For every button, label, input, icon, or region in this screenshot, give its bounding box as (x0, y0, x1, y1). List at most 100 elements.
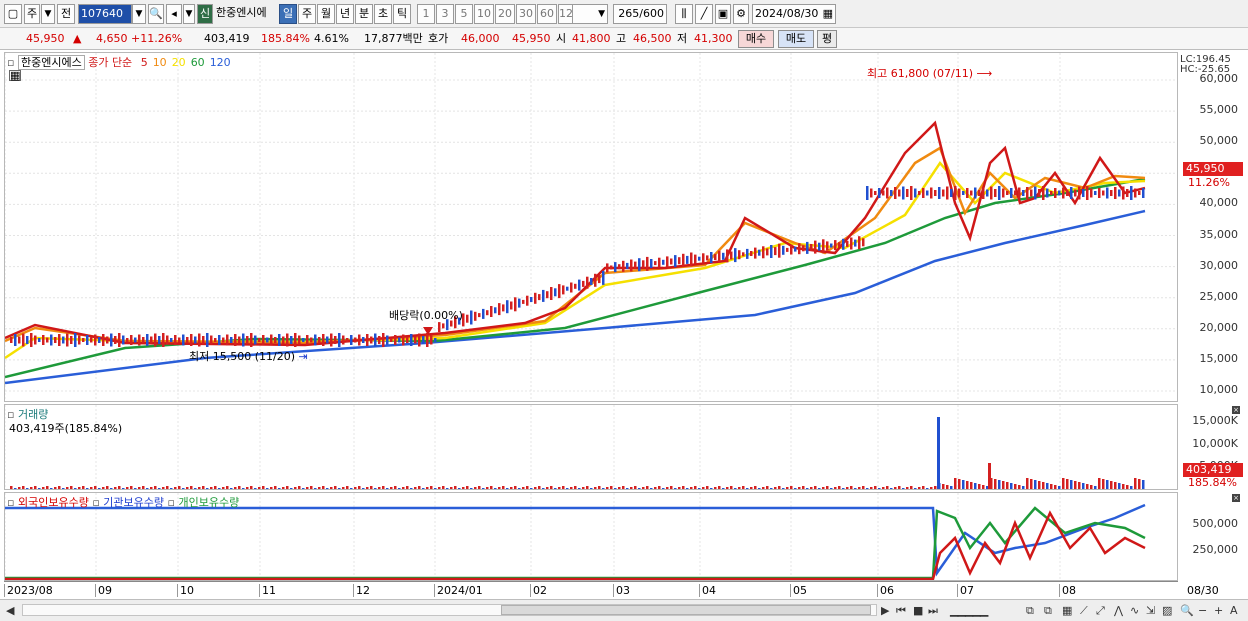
candle (1018, 187, 1021, 199)
volume-bar (158, 488, 161, 489)
window-icon[interactable]: ▢ (4, 4, 22, 24)
wave-icon[interactable]: ∿ (1130, 604, 1139, 617)
interval-button-10[interactable]: 10 (474, 4, 494, 24)
zoom-icon[interactable]: 🔍 (1180, 604, 1194, 617)
zoom-slider-icon[interactable]: ▁▁▁▁▁ (950, 604, 988, 617)
draw-line-icon[interactable]: ⟋ (1080, 604, 1088, 618)
interval-button-30[interactable]: 30 (516, 4, 536, 24)
table-icon[interactable]: ▦ (1062, 604, 1072, 617)
font-size-icon[interactable]: A (1230, 604, 1238, 617)
price-tick-1: 55,000 (1199, 103, 1239, 117)
candle (914, 188, 917, 198)
interval-button-60[interactable]: 60 (537, 4, 557, 24)
volume-bar (546, 487, 549, 489)
price-chart-panel[interactable]: ▫ 한중엔시에스 종가 단순 5 10 20 60 120 ▦ 최고 61,800 (0… (4, 52, 1178, 402)
volume-bar (1042, 482, 1045, 489)
stock-code-input[interactable]: 107640 (78, 4, 132, 24)
candle (362, 337, 365, 343)
candle (1122, 186, 1125, 200)
zoom-in-icon[interactable]: + (1214, 604, 1223, 617)
gear-icon[interactable]: ⚙ (733, 4, 749, 24)
volume-bar (322, 486, 325, 489)
average-button[interactable]: 평 (817, 30, 837, 48)
grid-icon[interactable]: ▦ (9, 70, 21, 81)
trend-icon[interactable]: ⋀ (1114, 604, 1123, 617)
period-tab-6[interactable]: 틱 (393, 4, 411, 24)
scroll-right-icon[interactable]: ▶ (881, 604, 889, 617)
period-tab-2[interactable]: 월 (317, 4, 335, 24)
period-tab-5[interactable]: 초 (374, 4, 392, 24)
stop-icon[interactable]: ■ (913, 604, 923, 617)
price-y-axis: LC:196.45 HC:-25.65 60,00055,00050,00045… (1178, 52, 1244, 402)
calendar-icon[interactable]: ▦ (823, 5, 833, 23)
volume-panel[interactable]: ▫ 거래량 403,419주(185.84%) (4, 404, 1178, 490)
period-tab-3[interactable]: 년 (336, 4, 354, 24)
scrollbar-track[interactable] (22, 604, 877, 616)
volume-bar (254, 488, 257, 489)
volume-bar (566, 488, 569, 489)
volume-bar (606, 487, 609, 489)
low-label: 저 (677, 32, 688, 45)
candle (502, 304, 505, 312)
period-tab-0[interactable]: 일 (279, 4, 297, 24)
period-tab-4[interactable]: 분 (355, 4, 373, 24)
legend-stock-name[interactable]: 한중엔시에스 (17, 55, 85, 70)
period-tab-1[interactable]: 주 (298, 4, 316, 24)
holdings-close-icon[interactable]: × (1232, 494, 1240, 502)
volume-bar (682, 486, 685, 489)
candle (730, 251, 733, 260)
candle-icon[interactable]: ⫼ (675, 4, 693, 24)
layout-icon[interactable]: ⧉ (1026, 604, 1034, 618)
volume-bar (742, 486, 745, 489)
volume-close-icon[interactable]: × (1232, 406, 1240, 414)
copy-icon[interactable]: ⧉ (1044, 604, 1052, 618)
candle (514, 297, 517, 312)
speaker-icon[interactable]: ◂ (166, 4, 182, 24)
x-axis: 2023/08 09 10 11 12 2024/01 02 03 04 05 06 07 08 (4, 581, 1178, 598)
menu-all[interactable]: 전 (57, 4, 75, 24)
code-dropdown-icon[interactable]: ▼ (132, 4, 146, 24)
candle (310, 337, 313, 343)
volume-bar (510, 487, 513, 489)
buy-button[interactable]: 매수 (738, 30, 774, 48)
volume-bar (390, 487, 393, 489)
volume-bar (698, 488, 701, 489)
date-field[interactable]: 2024/08/30 ▦ (752, 4, 836, 24)
interval-custom-select[interactable]: ▼ (572, 4, 608, 24)
rewind-icon[interactable]: ⏮ (896, 604, 906, 618)
interval-button-1[interactable]: 1 (417, 4, 435, 24)
data-count[interactable]: 265/600 (613, 4, 667, 24)
save-icon[interactable]: ▣ (715, 4, 731, 24)
candle (974, 187, 977, 199)
candle (950, 189, 953, 197)
export-icon[interactable]: ⇲ (1146, 604, 1155, 617)
candle (518, 298, 521, 308)
scrollbar-thumb[interactable] (501, 605, 871, 615)
zoom-out-icon[interactable]: − (1198, 604, 1207, 617)
scroll-left-icon[interactable]: ◀ (6, 604, 14, 617)
draw-arrow-icon[interactable]: ⤢ (1096, 604, 1105, 618)
candle (86, 335, 89, 345)
line-tool-icon[interactable]: ╱ (695, 4, 713, 24)
interval-button-5[interactable]: 5 (455, 4, 473, 24)
speaker-dropdown-icon[interactable]: ▼ (183, 4, 195, 24)
image-icon[interactable]: ▨ (1162, 604, 1172, 617)
menu-week[interactable]: 주 (24, 4, 40, 24)
volume-value: 403,419주(185.84%) (9, 422, 123, 435)
search-icon[interactable]: 🔍 (148, 4, 164, 24)
volume-bar (82, 486, 85, 489)
holdings-panel[interactable]: ▫ 외국인보유수량 ▫ 기관보유수량 ▫ 개인보유수량 (4, 492, 1178, 581)
candle (1046, 188, 1049, 198)
interval-button-3[interactable]: 3 (436, 4, 454, 24)
volume-bar (422, 488, 425, 489)
volume-bar (614, 488, 617, 489)
candle (478, 313, 481, 318)
candle (434, 338, 437, 342)
volume-bar (806, 488, 809, 489)
fast-forward-icon[interactable]: ⏭ (928, 604, 938, 618)
candle (734, 248, 737, 263)
interval-button-20[interactable]: 20 (495, 4, 515, 24)
sell-button[interactable]: 매도 (778, 30, 814, 48)
candle (218, 335, 221, 345)
dropdown-arrow-icon[interactable]: ▼ (41, 4, 55, 24)
